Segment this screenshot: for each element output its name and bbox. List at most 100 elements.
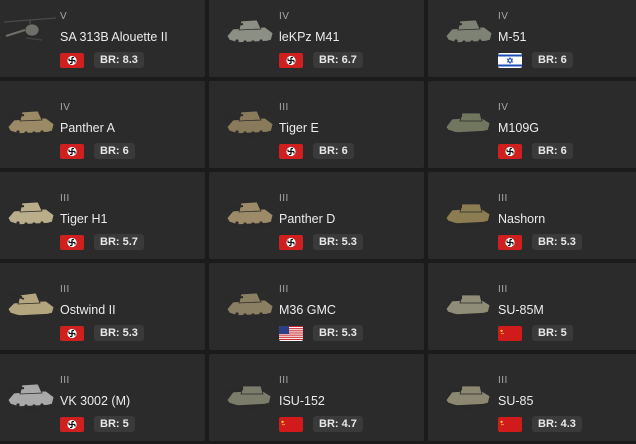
vehicle-name: Tiger H1 (60, 212, 108, 226)
battle-rating-badge: BR: 4.3 (532, 416, 582, 432)
battle-rating-badge: BR: 6 (94, 143, 135, 159)
vehicle-card[interactable]: III Tiger E BR: 6 (209, 81, 424, 168)
vehicle-meta: BR: 5.3 (60, 325, 144, 341)
spg-icon (440, 372, 496, 416)
vehicle-rank: III (60, 193, 70, 204)
battle-rating-badge: BR: 6 (532, 52, 573, 68)
vehicle-meta: BR: 5 (498, 325, 573, 341)
battle-rating-badge: BR: 8.3 (94, 52, 144, 68)
vehicle-name: M36 GMC (279, 303, 336, 317)
vehicle-name: M109G (498, 121, 539, 135)
vehicle-name: Panther D (279, 212, 336, 226)
battle-rating-badge: BR: 6 (313, 143, 354, 159)
vehicle-rank: IV (498, 11, 509, 22)
vehicle-meta: BR: 5.3 (279, 234, 363, 250)
flag-germany-icon (498, 234, 522, 250)
helicopter-icon (2, 8, 58, 52)
battle-rating-badge: BR: 5.7 (94, 234, 144, 250)
battle-rating-badge: BR: 5.3 (313, 325, 363, 341)
vehicle-rank: III (498, 193, 508, 204)
vehicle-card[interactable]: IV Panther A BR: 6 (0, 81, 205, 168)
vehicle-name: SU-85M (498, 303, 544, 317)
vehicle-rank: III (279, 375, 289, 386)
spaa-icon (2, 281, 58, 325)
vehicle-rank: III (498, 375, 508, 386)
vehicle-meta: BR: 6 (498, 143, 573, 159)
vehicle-name: Nashorn (498, 212, 546, 226)
vehicle-card[interactable]: III ISU-152 BR: 4.7 (209, 354, 424, 441)
vehicle-meta: BR: 4.3 (498, 416, 582, 432)
vehicle-name: Tiger E (279, 121, 319, 135)
vehicle-rank: IV (279, 11, 290, 22)
vehicle-card[interactable]: III Ostwind II BR: 5.3 (0, 263, 205, 350)
vehicle-rank: IV (60, 102, 71, 113)
battle-rating-badge: BR: 4.7 (313, 416, 363, 432)
flag-usa-icon (279, 325, 303, 341)
vehicle-name: SU-85 (498, 394, 534, 408)
tank-icon (440, 8, 496, 52)
vehicle-card[interactable]: III SU-85M BR: 5 (428, 263, 636, 350)
flag-germany-icon (279, 52, 303, 68)
vehicle-name: leKPz M41 (279, 30, 340, 44)
spg-icon (221, 372, 277, 416)
flag-ussr-icon (498, 325, 522, 341)
spg-icon (440, 190, 496, 234)
vehicle-rank: III (498, 284, 508, 295)
spg-icon (440, 99, 496, 143)
tank-icon (221, 99, 277, 143)
vehicle-card[interactable]: IV M-51 BR: 6 (428, 0, 636, 77)
battle-rating-badge: BR: 5.3 (532, 234, 582, 250)
vehicle-name: VK 3002 (M) (60, 394, 131, 408)
vehicle-name: Ostwind II (60, 303, 116, 317)
vehicle-meta: BR: 6 (498, 52, 573, 68)
vehicle-meta: BR: 6 (60, 143, 135, 159)
vehicle-rank: III (279, 193, 289, 204)
vehicle-meta: BR: 4.7 (279, 416, 363, 432)
flag-germany-icon (279, 234, 303, 250)
flag-germany-icon (279, 143, 303, 159)
tank-icon (2, 190, 58, 234)
vehicle-rank: III (279, 102, 289, 113)
vehicle-card[interactable]: III Nashorn BR: 5.3 (428, 172, 636, 259)
battle-rating-badge: BR: 5 (94, 416, 135, 432)
battle-rating-badge: BR: 5 (532, 325, 573, 341)
flag-ussr-icon (279, 416, 303, 432)
vehicle-meta: BR: 6.7 (279, 52, 363, 68)
spg-icon (440, 281, 496, 325)
tank-icon (221, 281, 277, 325)
flag-germany-icon (60, 416, 84, 432)
vehicle-card[interactable]: III SU-85 BR: 4.3 (428, 354, 636, 441)
vehicle-card[interactable]: III Panther D BR: 5.3 (209, 172, 424, 259)
vehicle-card[interactable]: III VK 3002 (M) BR: 5 (0, 354, 205, 441)
tank-icon (221, 8, 277, 52)
vehicle-meta: BR: 5 (60, 416, 135, 432)
vehicle-card[interactable]: III M36 GMC BR: 5.3 (209, 263, 424, 350)
battle-rating-badge: BR: 5.3 (313, 234, 363, 250)
vehicle-grid: V SA 313B Alouette II BR: 8.3 IV leKPz M41 BR… (0, 0, 636, 441)
vehicle-rank: IV (498, 102, 509, 113)
vehicle-card[interactable]: IV M109G BR: 6 (428, 81, 636, 168)
flag-germany-icon (60, 143, 84, 159)
flag-germany-icon (60, 52, 84, 68)
vehicle-name: ISU-152 (279, 394, 325, 408)
battle-rating-badge: BR: 6 (532, 143, 573, 159)
vehicle-card[interactable]: III Tiger H1 BR: 5.7 (0, 172, 205, 259)
vehicle-rank: V (60, 11, 68, 22)
flag-israel-icon (498, 52, 522, 68)
tank-icon (2, 372, 58, 416)
vehicle-name: SA 313B Alouette II (60, 30, 168, 44)
battle-rating-badge: BR: 6.7 (313, 52, 363, 68)
vehicle-rank: III (279, 284, 289, 295)
vehicle-card[interactable]: IV leKPz M41 BR: 6.7 (209, 0, 424, 77)
vehicle-rank: III (60, 284, 70, 295)
tank-icon (221, 190, 277, 234)
vehicle-rank: III (60, 375, 70, 386)
vehicle-name: M-51 (498, 30, 527, 44)
vehicle-meta: BR: 5.7 (60, 234, 144, 250)
flag-germany-icon (498, 143, 522, 159)
vehicle-meta: BR: 5.3 (498, 234, 582, 250)
vehicle-card[interactable]: V SA 313B Alouette II BR: 8.3 (0, 0, 205, 77)
tank-icon (2, 99, 58, 143)
vehicle-meta: BR: 5.3 (279, 325, 363, 341)
flag-ussr-icon (498, 416, 522, 432)
